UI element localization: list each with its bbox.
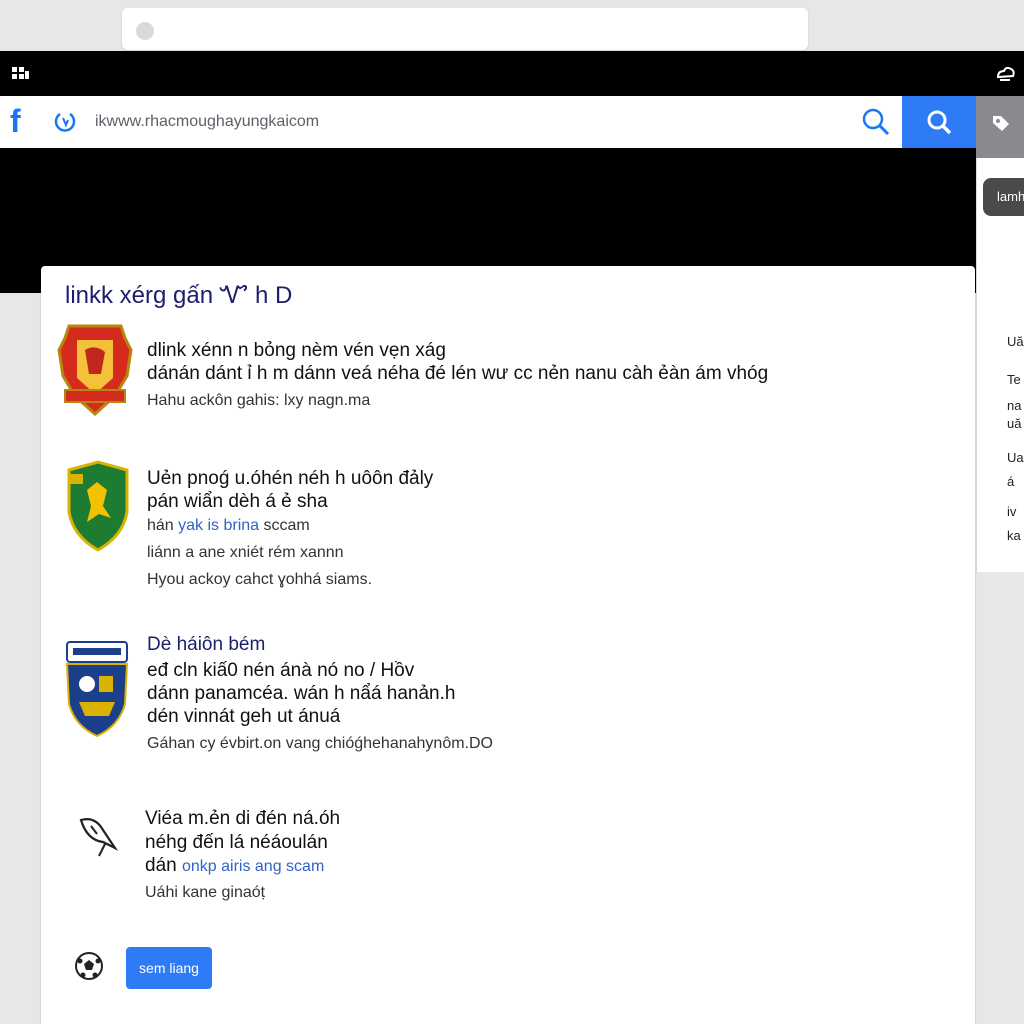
result-meta: Uáhi kane ginaóṭ xyxy=(145,884,266,901)
result-line: dén vinnát geh ut ánuá xyxy=(147,706,341,727)
result-link-prefix: dán xyxy=(145,855,177,876)
result-meta: Hyou ackoy cahct ɣohhá siams. xyxy=(147,571,373,588)
url-text[interactable]: ikwww.rhacmoughayungkaicom xyxy=(95,113,319,131)
browser-tab-strip xyxy=(122,8,808,50)
result-line: dánán dánt ỉ h m dánn veá néha đé lén wư… xyxy=(147,363,769,384)
result-line: Uẻn pnoǵ u.óhén néh h uôôn đảly xyxy=(147,468,434,489)
side-panel-pill[interactable]: lamh xyxy=(983,178,1024,216)
result-link-row: dán onkp airis ang scam xyxy=(145,855,324,877)
result-link-row: hán yak is brina sccam xyxy=(147,517,310,535)
side-panel-text: á xyxy=(1007,474,1015,489)
soccer-ball-icon xyxy=(75,952,103,980)
address-bar: f ikwww.rhacmoughayungkaicom xyxy=(0,96,976,149)
cloud-icon[interactable] xyxy=(994,63,1016,85)
side-panel-text: Ua xyxy=(1007,450,1024,465)
result-meta: Gáhan cy évbirt.on vang chióǵhehanahynôm… xyxy=(147,735,493,752)
red-shield-crest-icon[interactable] xyxy=(55,320,135,418)
results-card: linkk xérg gấn Ꮙ h D dlink xénn n bỏng n… xyxy=(41,266,975,1024)
result-title[interactable]: Dè háiôn bém xyxy=(147,634,265,656)
result-line: dánn panamcéa. wán h nẩá hanản.h xyxy=(147,683,456,704)
tag-icon xyxy=(993,116,1009,131)
card-title: linkk xérg gấn Ꮙ h D xyxy=(65,282,293,309)
result-line: dlink xénn n bỏng nèm vén vẹn xág xyxy=(147,340,446,361)
result-line: néhg đến lá néáoulán xyxy=(145,832,328,853)
window-dot[interactable] xyxy=(136,22,154,40)
result-extra: liánn a ane xniét rém xannn xyxy=(147,544,344,561)
search-button[interactable] xyxy=(902,96,976,148)
result-link[interactable]: yak is brina xyxy=(178,517,259,534)
primary-action-button[interactable]: sem liang xyxy=(126,947,212,989)
result-link-suffix: sccam xyxy=(263,517,310,534)
result-line: pán wiẩn dèh á ẻ sha xyxy=(147,491,328,512)
side-panel-text: Uă xyxy=(1007,334,1024,349)
feather-quill-icon[interactable] xyxy=(75,812,121,858)
side-panel-text: na xyxy=(1007,398,1022,413)
extension-button[interactable] xyxy=(976,96,1024,158)
result-link[interactable]: onkp airis ang scam xyxy=(182,858,324,875)
facebook-icon[interactable]: f xyxy=(10,105,36,137)
side-panel: lamh Uă Te na uă Ua á iv ka xyxy=(976,158,1024,572)
result-meta: Hahu ackôn gahis: lxy nagn.ma xyxy=(147,392,371,409)
side-panel-text: iv xyxy=(1007,504,1017,519)
result-line: Viéa m.ẻn di đén ná.óh xyxy=(145,808,341,829)
result-line: eđ cln kiấ0 nén ánà nó no / Hồv xyxy=(147,660,415,681)
green-shield-crest-icon[interactable] xyxy=(63,460,133,552)
side-panel-text: ka xyxy=(1007,528,1021,543)
search-button-icon xyxy=(927,110,952,135)
grid-menu-icon[interactable] xyxy=(10,63,32,85)
dark-toolbar xyxy=(0,51,1024,96)
result-link-prefix: hán xyxy=(147,517,174,534)
side-panel-text: Te xyxy=(1007,372,1021,387)
blue-shield-crest-icon[interactable] xyxy=(61,638,133,740)
reload-icon[interactable] xyxy=(50,108,80,136)
side-panel-text: uă xyxy=(1007,416,1022,431)
search-icon[interactable] xyxy=(860,106,892,138)
